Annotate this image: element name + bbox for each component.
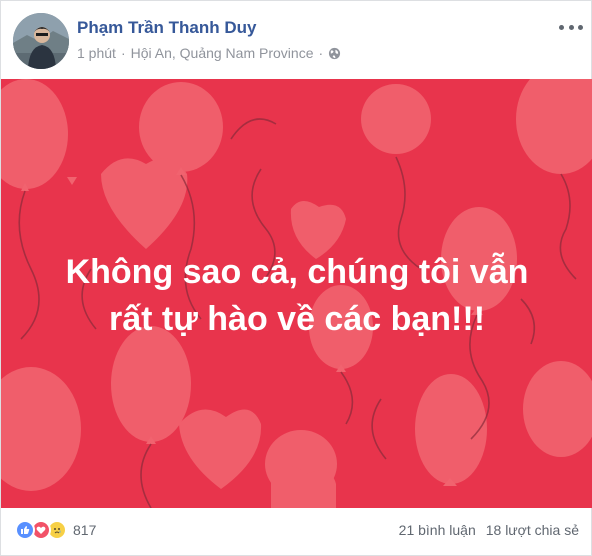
- avatar[interactable]: [13, 13, 69, 69]
- author-name[interactable]: Phạm Trần Thanh Duy: [77, 18, 256, 38]
- post-card: Phạm Trần Thanh Duy 1 phút · Hội An, Quả…: [0, 0, 592, 556]
- engagement-stats: 21 bình luận 18 lượt chia sẻ: [399, 522, 579, 538]
- shares-link[interactable]: 18 lượt chia sẻ: [486, 522, 579, 538]
- globe-icon[interactable]: [328, 47, 341, 60]
- post-header: Phạm Trần Thanh Duy 1 phút · Hội An, Quả…: [1, 1, 592, 79]
- like-icon: [15, 520, 35, 540]
- more-options-icon[interactable]: [559, 19, 583, 35]
- comments-link[interactable]: 21 bình luận: [399, 522, 476, 538]
- meta-separator-2: ·: [318, 45, 324, 61]
- banner-message: Không sao cả, chúng tôi vẫn rất tự hào v…: [21, 249, 573, 343]
- reaction-count[interactable]: 817: [73, 522, 96, 538]
- reactions-summary[interactable]: 817: [15, 520, 96, 540]
- banner-line-2: rất tự hào về các bạn!!!: [108, 300, 486, 338]
- post-time[interactable]: 1 phút: [77, 45, 116, 61]
- post-banner: Không sao cả, chúng tôi vẫn rất tự hào v…: [1, 79, 592, 508]
- post-location[interactable]: Hội An, Quảng Nam Province: [131, 45, 314, 61]
- meta-separator: ·: [120, 45, 126, 61]
- post-footer: 817 21 bình luận 18 lượt chia sẻ: [1, 508, 592, 555]
- post-meta: 1 phút · Hội An, Quảng Nam Province ·: [77, 45, 341, 61]
- avatar-photo: [13, 13, 69, 69]
- banner-line-1: Không sao cả, chúng tôi vẫn: [65, 253, 529, 291]
